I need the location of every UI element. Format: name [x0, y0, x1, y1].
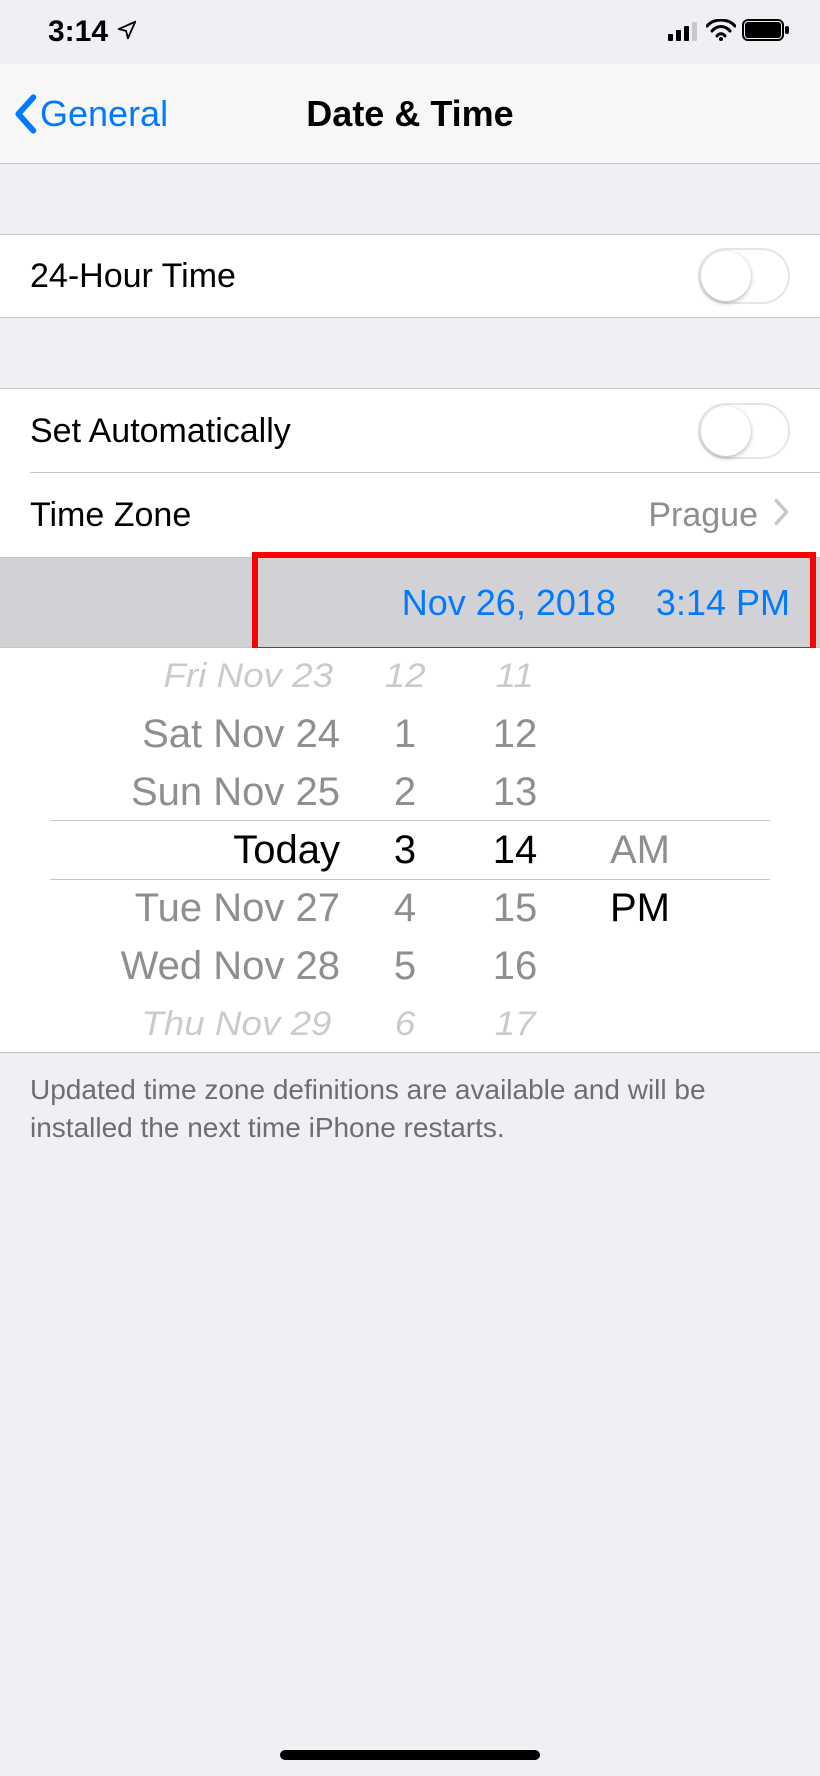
- picker-col-date[interactable]: Thu Nov 22Fri Nov 23Sat Nov 24Sun Nov 25…: [50, 648, 360, 1052]
- picker-item[interactable]: 1: [394, 705, 416, 763]
- picker-item[interactable]: Today: [233, 821, 340, 879]
- picker-item[interactable]: 5: [394, 937, 416, 995]
- picker-item[interactable]: 2: [394, 763, 416, 821]
- nav-bar: General Date & Time: [0, 64, 820, 164]
- footer-note: Updated time zone definitions are availa…: [0, 1053, 820, 1165]
- back-button[interactable]: General: [0, 93, 168, 135]
- row-current-datetime[interactable]: Nov 26, 2018 3:14 PM: [0, 558, 820, 648]
- picker-item[interactable]: Tue Nov 27: [135, 879, 340, 937]
- toggle-24-hour[interactable]: [698, 248, 790, 304]
- picker-col-minute[interactable]: 101112131415161718: [450, 648, 580, 1052]
- picker-item[interactable]: AM: [610, 821, 670, 879]
- location-icon: [116, 15, 138, 49]
- picker-item[interactable]: 13: [493, 763, 538, 821]
- picker-item[interactable]: PM: [610, 879, 670, 937]
- row-label: Time Zone: [30, 496, 648, 535]
- cellular-icon: [668, 15, 700, 49]
- row-label: Set Automatically: [30, 412, 698, 451]
- picker-col-ampm[interactable]: AMPM: [580, 648, 700, 1052]
- chevron-right-icon: [774, 496, 790, 535]
- row-time-zone[interactable]: Time Zone Prague: [0, 473, 820, 557]
- row-set-automatically: Set Automatically: [0, 389, 820, 473]
- back-label: General: [40, 93, 168, 135]
- selected-date: Nov 26, 2018: [402, 582, 616, 624]
- picker-item[interactable]: Wed Nov 28: [121, 937, 340, 995]
- picker-item[interactable]: Fri Nov 23: [163, 651, 333, 700]
- picker-item[interactable]: 11: [496, 651, 534, 700]
- selected-time: 3:14 PM: [656, 582, 790, 624]
- row-label: 24-Hour Time: [30, 257, 698, 296]
- toggle-set-automatically[interactable]: [698, 403, 790, 459]
- picker-item[interactable]: 12: [493, 705, 538, 763]
- battery-icon: [742, 15, 790, 49]
- row-24-hour-time: 24-Hour Time: [0, 234, 820, 318]
- wifi-icon: [706, 15, 736, 49]
- picker-item[interactable]: 4: [394, 879, 416, 937]
- picker-item[interactable]: 16: [493, 937, 538, 995]
- picker-col-hour[interactable]: 11121234567: [360, 648, 450, 1052]
- picker-item[interactable]: 14: [493, 821, 538, 879]
- picker-item[interactable]: 17: [495, 999, 536, 1048]
- picker-item[interactable]: Sun Nov 25: [131, 763, 340, 821]
- picker-item[interactable]: 15: [493, 879, 538, 937]
- picker-item[interactable]: 6: [395, 999, 415, 1048]
- picker-item[interactable]: Sat Nov 24: [142, 705, 340, 763]
- picker-item[interactable]: 3: [394, 821, 416, 879]
- status-bar: 3:14: [0, 0, 820, 64]
- status-time: 3:14: [48, 15, 108, 49]
- chevron-left-icon: [12, 94, 38, 134]
- datetime-picker[interactable]: Thu Nov 22Fri Nov 23Sat Nov 24Sun Nov 25…: [0, 648, 820, 1053]
- home-indicator: [280, 1750, 540, 1760]
- picker-item[interactable]: Thu Nov 29: [141, 999, 331, 1048]
- picker-item[interactable]: 12: [385, 651, 426, 700]
- time-zone-value: Prague: [648, 496, 766, 535]
